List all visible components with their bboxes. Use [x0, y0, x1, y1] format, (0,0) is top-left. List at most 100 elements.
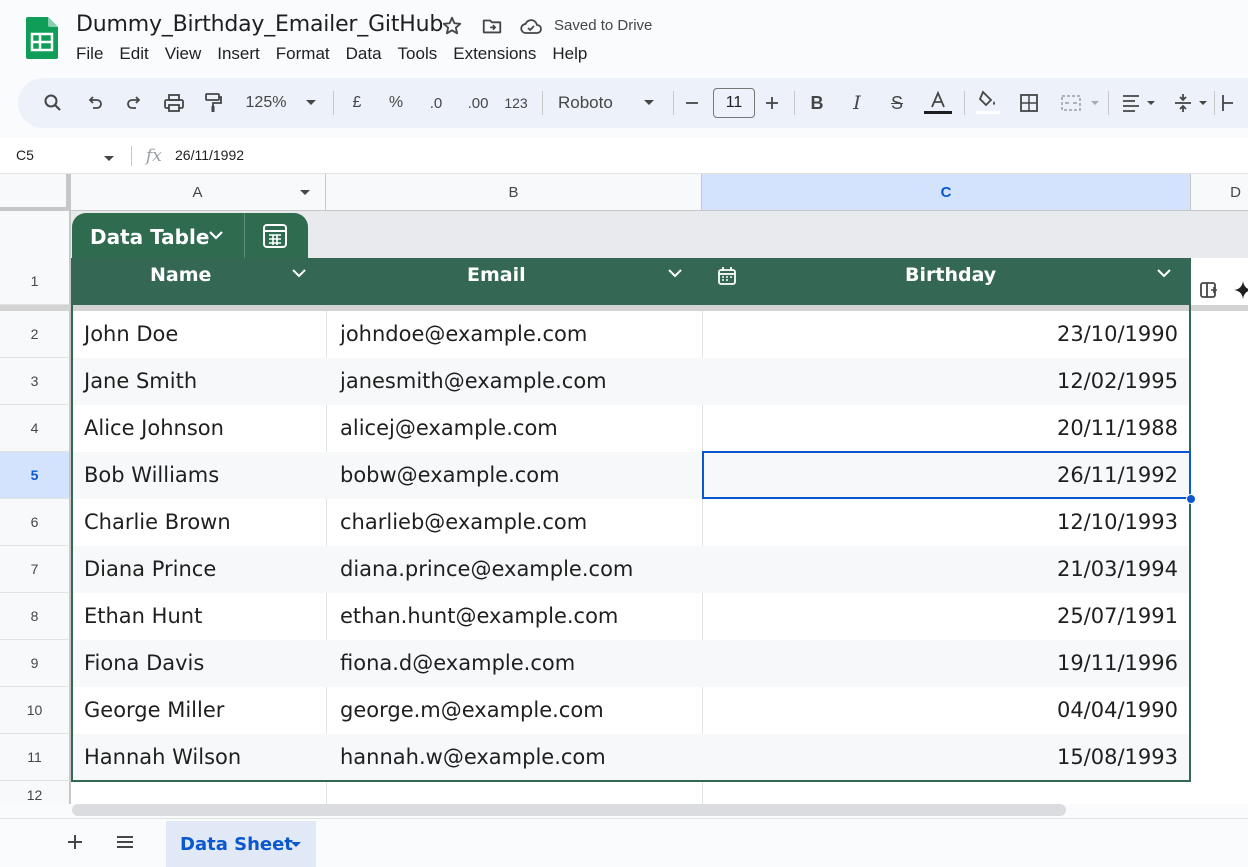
text-color-icon[interactable]: [922, 78, 954, 128]
row-header-1[interactable]: 1: [0, 258, 70, 305]
cell-birthday[interactable]: 12/10/1993: [1057, 510, 1178, 534]
italic-icon[interactable]: I: [846, 78, 868, 128]
row-header-10[interactable]: 10: [0, 687, 70, 734]
menu-view[interactable]: View: [165, 44, 210, 64]
cell-birthday[interactable]: 25/07/1991: [1057, 604, 1178, 628]
text-wrapping-icon[interactable]: [1220, 78, 1234, 128]
menu-file[interactable]: File: [76, 44, 111, 64]
cell-email[interactable]: fiona.d@example.com: [340, 651, 575, 675]
cell-birthday[interactable]: 23/10/1990: [1057, 322, 1178, 346]
sheet-tab-data-sheet[interactable]: Data Sheet: [166, 821, 316, 867]
all-sheets-menu-icon[interactable]: [114, 831, 136, 853]
increase-font-size-icon[interactable]: [762, 78, 782, 128]
name-column-chevron-icon[interactable]: [291, 268, 307, 278]
column-header-a[interactable]: A: [70, 174, 326, 211]
cell-name[interactable]: George Miller: [84, 698, 224, 722]
menu-tools[interactable]: Tools: [398, 44, 446, 64]
strikethrough-icon[interactable]: S: [886, 78, 908, 128]
menu-format[interactable]: Format: [276, 44, 338, 64]
fill-handle[interactable]: [1186, 494, 1196, 504]
cell-name[interactable]: Fiona Davis: [84, 651, 204, 675]
birthday-column-chevron-icon[interactable]: [1156, 268, 1172, 278]
row-header-2[interactable]: 2: [0, 311, 70, 358]
cell-email[interactable]: alicej@example.com: [340, 416, 558, 440]
cell-name[interactable]: Alice Johnson: [84, 416, 224, 440]
row-header-4[interactable]: 4: [0, 405, 70, 452]
font-size-input[interactable]: 11: [713, 78, 755, 128]
increase-decimal-button[interactable]: .00: [462, 78, 494, 128]
cell-birthday[interactable]: 12/02/1995: [1057, 369, 1178, 393]
column-a-dropdown-icon[interactable]: [299, 189, 311, 197]
cell-email[interactable]: hannah.w@example.com: [340, 745, 606, 769]
cell-email[interactable]: janesmith@example.com: [340, 369, 607, 393]
add-column-panel-icon[interactable]: [1199, 280, 1219, 300]
cell-birthday[interactable]: 04/04/1990: [1057, 698, 1178, 722]
cell-email[interactable]: george.m@example.com: [340, 698, 604, 722]
name-box-dropdown-icon[interactable]: [103, 150, 115, 168]
font-family-select[interactable]: Roboto: [558, 78, 626, 128]
cell-name[interactable]: Ethan Hunt: [84, 604, 202, 628]
row-header-6[interactable]: 6: [0, 499, 70, 546]
format-percent-button[interactable]: %: [385, 78, 407, 128]
table-view-icon[interactable]: [262, 223, 288, 249]
cell-name[interactable]: Bob Williams: [84, 463, 219, 487]
decrease-decimal-button[interactable]: .0: [422, 78, 450, 128]
menu-insert[interactable]: Insert: [217, 44, 268, 64]
cell-name[interactable]: Diana Prince: [84, 557, 216, 581]
bold-icon[interactable]: B: [806, 78, 828, 128]
name-box[interactable]: C5: [16, 147, 34, 163]
sheet-tab-dropdown-icon[interactable]: [290, 841, 302, 849]
table-name-tab[interactable]: Data Table: [72, 213, 308, 259]
column-header-d[interactable]: D: [1191, 174, 1248, 211]
zoom-dropdown-icon[interactable]: [302, 78, 320, 128]
cell-email[interactable]: charlieb@example.com: [340, 510, 587, 534]
menu-extensions[interactable]: Extensions: [453, 44, 544, 64]
merge-cells-icon[interactable]: [1058, 78, 1084, 128]
horizontal-align-icon[interactable]: [1118, 78, 1144, 128]
star-icon[interactable]: [440, 14, 464, 38]
row-header-8[interactable]: 8: [0, 593, 70, 640]
merge-dropdown-icon[interactable]: [1088, 78, 1102, 128]
cell-email[interactable]: ethan.hunt@example.com: [340, 604, 618, 628]
cell-name[interactable]: Charlie Brown: [84, 510, 231, 534]
cell-birthday[interactable]: 19/11/1996: [1057, 651, 1178, 675]
horizontal-scrollbar[interactable]: [72, 804, 1066, 816]
document-title[interactable]: Dummy_Birthday_Emailer_GitHub: [76, 12, 443, 37]
undo-icon[interactable]: [82, 78, 108, 128]
row-header-12[interactable]: 12: [0, 781, 70, 804]
sheets-logo-icon[interactable]: [26, 17, 58, 59]
cell-name[interactable]: Jane Smith: [84, 369, 197, 393]
halign-dropdown-icon[interactable]: [1144, 78, 1158, 128]
format-currency-button[interactable]: £: [346, 78, 368, 128]
font-dropdown-icon[interactable]: [640, 78, 658, 128]
select-all-corner[interactable]: [0, 174, 70, 211]
vertical-align-icon[interactable]: [1170, 78, 1196, 128]
row-header-3[interactable]: 3: [0, 358, 70, 405]
cell-birthday[interactable]: 21/03/1994: [1057, 557, 1178, 581]
more-formats-button[interactable]: 123: [502, 78, 530, 128]
sparkle-icon[interactable]: [1233, 280, 1248, 300]
print-icon[interactable]: [161, 78, 187, 128]
valign-dropdown-icon[interactable]: [1196, 78, 1210, 128]
redo-icon[interactable]: [121, 78, 147, 128]
row-header-7[interactable]: 7: [0, 546, 70, 593]
zoom-select[interactable]: 125%: [242, 78, 290, 128]
cell-name[interactable]: John Doe: [84, 322, 178, 346]
cell-email[interactable]: bobw@example.com: [340, 463, 560, 487]
cell-email[interactable]: diana.prince@example.com: [340, 557, 633, 581]
cell-name[interactable]: Hannah Wilson: [84, 745, 241, 769]
borders-icon[interactable]: [1016, 78, 1042, 128]
cell-birthday[interactable]: 15/08/1993: [1057, 745, 1178, 769]
menu-help[interactable]: Help: [552, 44, 595, 64]
search-menus-icon[interactable]: [40, 78, 66, 128]
row-header-5[interactable]: 5: [0, 452, 70, 499]
fill-color-icon[interactable]: [974, 78, 1002, 128]
cloud-saved-icon[interactable]: [519, 14, 543, 38]
cell-email[interactable]: johndoe@example.com: [340, 322, 587, 346]
column-header-c[interactable]: C: [702, 174, 1191, 211]
menu-data[interactable]: Data: [346, 44, 390, 64]
column-header-b[interactable]: B: [326, 174, 702, 211]
move-folder-icon[interactable]: [480, 14, 504, 38]
email-column-chevron-icon[interactable]: [667, 268, 683, 278]
paint-format-icon[interactable]: [200, 78, 226, 128]
